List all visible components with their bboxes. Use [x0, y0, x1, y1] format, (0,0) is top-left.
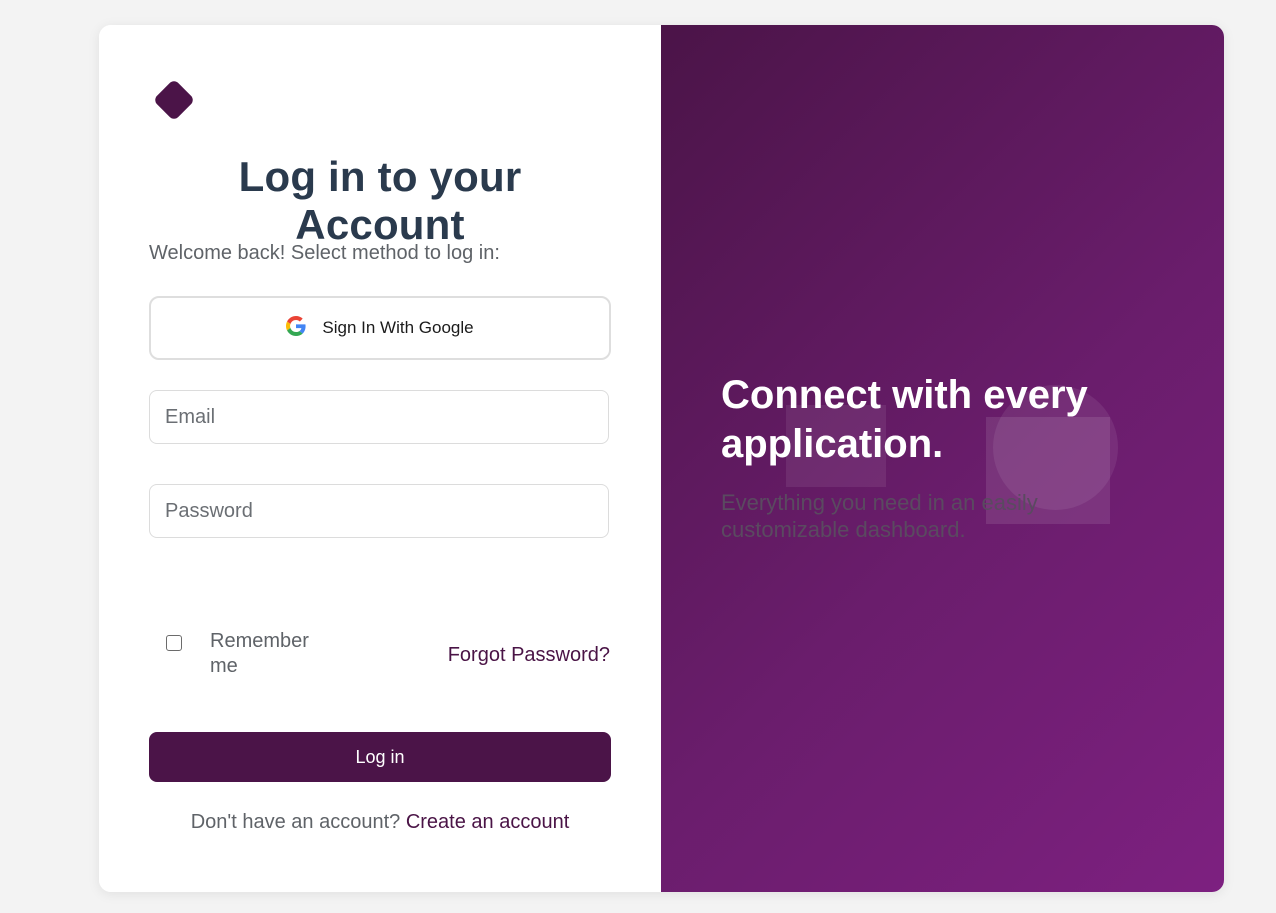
remember-me-label[interactable]: Remember me [210, 629, 330, 679]
promo-panel: Connect with every application. Everythi… [661, 25, 1224, 892]
signup-prompt-line: Don't have an account? Create an account [149, 811, 611, 834]
login-panel: Log in to your Account Welcome back! Sel… [99, 25, 661, 892]
login-card: Log in to your Account Welcome back! Sel… [99, 25, 1224, 892]
password-field-wrapper [149, 484, 609, 538]
google-g-icon [286, 315, 306, 341]
promo-title: Connect with every application. [721, 373, 1088, 466]
login-button[interactable]: Log in [149, 732, 611, 782]
email-input[interactable] [150, 391, 608, 443]
create-account-link[interactable]: Create an account [406, 811, 569, 833]
diamond-logo-icon [149, 75, 193, 119]
password-input[interactable] [150, 485, 608, 537]
google-sign-in-button[interactable]: Sign In With Google [149, 296, 611, 360]
remember-me-checkbox[interactable] [166, 635, 182, 651]
google-button-label: Sign In With Google [322, 318, 474, 337]
promo-subtitle: Everything you need in an easily customi… [721, 490, 1038, 542]
login-subtitle: Welcome back! Select method to log in: [149, 242, 500, 264]
forgot-password-link[interactable]: Forgot Password? [448, 644, 610, 667]
remember-me-row: Remember me [166, 629, 330, 679]
signup-prompt-text: Don't have an account? [190, 811, 401, 833]
page-title: Log in to your Account [238, 153, 522, 248]
email-field-wrapper [149, 390, 609, 444]
